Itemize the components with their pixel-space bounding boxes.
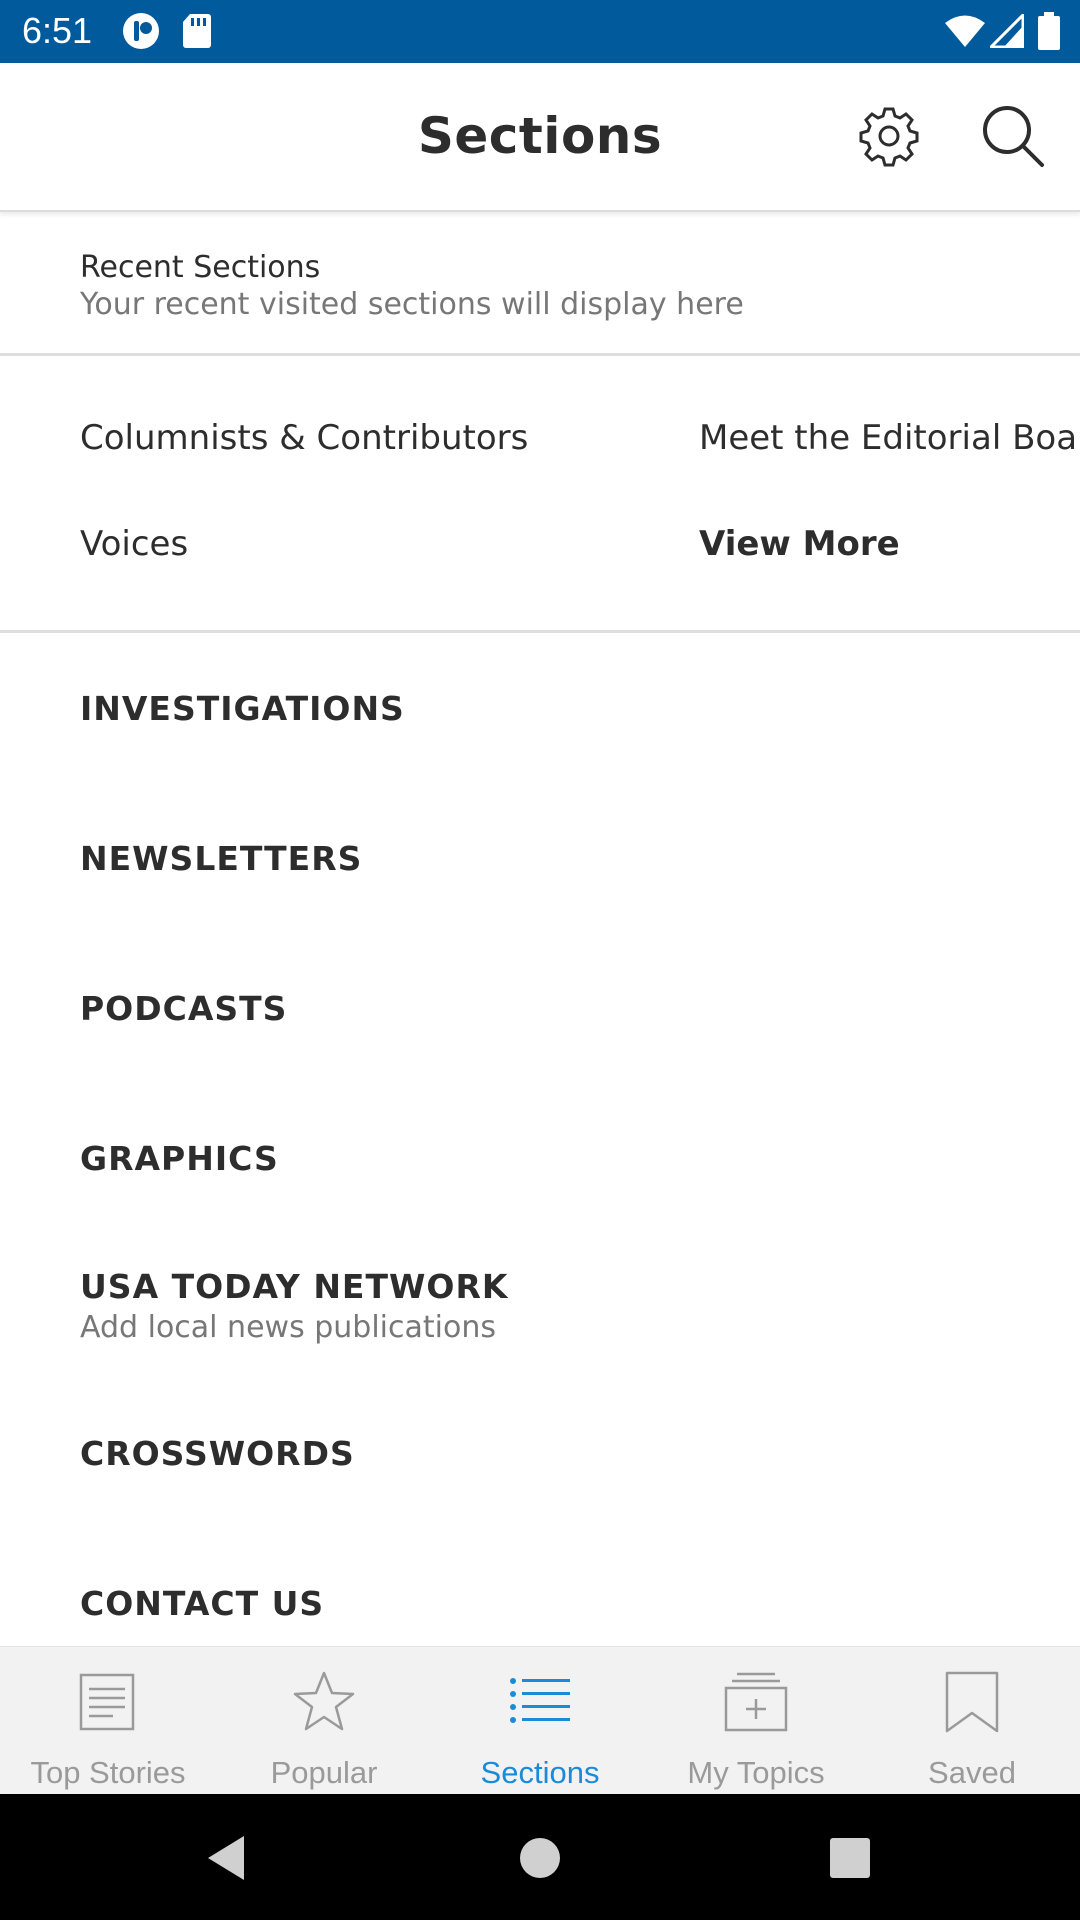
tab-top-stories[interactable]: Top Stories (0, 1647, 216, 1795)
home-button[interactable] (512, 1830, 568, 1886)
tab-label: Sections (480, 1755, 600, 1790)
recent-sections-title: Recent Sections (80, 250, 321, 285)
status-time: 6:51 (22, 10, 93, 51)
tab-popular[interactable]: Popular (216, 1647, 432, 1795)
section-item-usa-today-network[interactable]: USA TODAY NETWORK (80, 1267, 508, 1306)
section-item-newsletters[interactable]: NEWSLETTERS (80, 839, 362, 878)
link-voices[interactable]: Voices (80, 524, 188, 564)
section-item-crosswords[interactable]: CROSSWORDS (80, 1434, 355, 1473)
tab-saved[interactable]: Saved (864, 1647, 1080, 1795)
system-nav-bar (0, 1794, 1080, 1920)
section-item-graphics[interactable]: GRAPHICS (80, 1139, 279, 1178)
tab-my-topics[interactable]: My Topics (648, 1647, 864, 1795)
battery-icon (1038, 12, 1060, 54)
view-more-button[interactable]: View More (699, 524, 900, 564)
bottom-tab-bar: Top Stories Popular Sections My Topics S… (0, 1646, 1080, 1795)
opinion-links-grid: Columnists & Contributors Meet the Edito… (0, 356, 1080, 633)
section-item-investigations[interactable]: INVESTIGATIONS (80, 689, 405, 728)
app-header: Sections (0, 63, 1080, 212)
tab-label: Saved (928, 1755, 1016, 1790)
back-button[interactable] (200, 1830, 256, 1886)
status-bar: 6:51 (0, 0, 1080, 63)
link-meet-editorial-board[interactable]: Meet the Editorial Board (699, 418, 1080, 458)
tab-label: My Topics (687, 1755, 825, 1790)
settings-button[interactable] (856, 103, 922, 169)
recents-square-icon (830, 1838, 870, 1878)
section-item-contact-us[interactable]: CONTACT US (80, 1584, 324, 1623)
section-item-subtitle: Add local news publications (80, 1310, 496, 1345)
recent-sections-subtitle: Your recent visited sections will displa… (80, 287, 744, 322)
wifi-icon (944, 14, 986, 52)
tab-label: Popular (270, 1755, 378, 1790)
back-triangle-icon (208, 1836, 244, 1880)
recents-button[interactable] (822, 1830, 878, 1886)
gear-icon (859, 107, 919, 167)
sd-card-icon (182, 12, 212, 54)
app-notification-icon (122, 12, 160, 54)
search-icon (983, 106, 1044, 167)
topics-add-icon (724, 1672, 788, 1732)
tab-sections[interactable]: Sections (432, 1647, 648, 1795)
tab-label: Top Stories (30, 1755, 186, 1790)
recent-sections: Recent Sections Your recent visited sect… (0, 212, 1080, 356)
newspaper-icon (79, 1673, 135, 1731)
section-item-podcasts[interactable]: PODCASTS (80, 989, 287, 1028)
home-circle-icon (520, 1838, 560, 1878)
signal-icon (987, 11, 1025, 52)
bookmark-icon (945, 1671, 999, 1733)
search-button[interactable] (980, 103, 1046, 169)
list-icon (510, 1678, 570, 1723)
link-columnists-contributors[interactable]: Columnists & Contributors (80, 418, 528, 458)
star-icon (293, 1671, 355, 1731)
